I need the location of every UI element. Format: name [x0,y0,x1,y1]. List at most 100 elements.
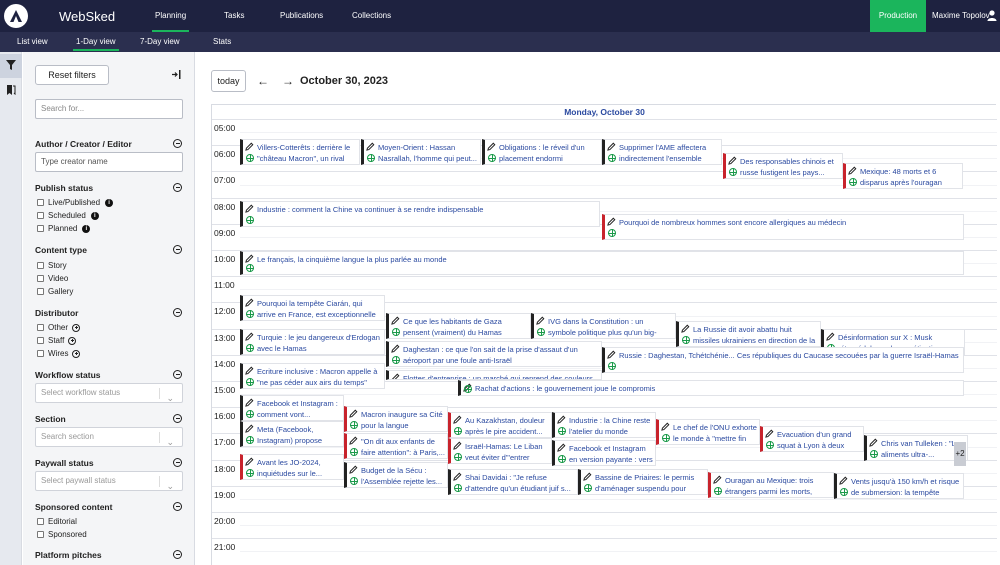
option-scheduled[interactable]: Scheduled i [37,211,99,220]
checkbox[interactable] [37,288,44,295]
checkbox[interactable] [37,262,44,269]
calendar-event-card[interactable]: Ce que les habitants de Gaza pensent (vr… [386,313,531,339]
paywall-status-select[interactable]: Select paywall status ⌄ [35,471,183,491]
collapse-sidebar-icon[interactable] [171,70,181,79]
event-title[interactable]: Daghestan : ce que l'on sait de la prise… [403,344,599,366]
edit-pencil-icon[interactable] [839,476,848,485]
edit-pencil-icon[interactable] [713,475,722,484]
calendar-event-card[interactable]: IVG dans la Constitution : un symbole po… [531,313,676,339]
creator-name-input[interactable]: Type creator name [35,152,183,172]
edit-pencil-icon[interactable] [765,429,774,438]
event-title[interactable]: Pourquoi la tempête Ciarán, qui arrive e… [257,298,382,320]
calendar-event-card[interactable]: Industrie : comment la Chine va continue… [240,201,600,227]
calendar-event-card[interactable]: Turquie : le jeu dangereux d'Erdogan ave… [240,329,385,355]
tab-7-day-view[interactable]: 7-Day view [140,37,180,46]
event-title[interactable]: Bassine de Priaires: le permis d'aménage… [595,472,705,494]
search-input[interactable]: Search for... [35,99,183,119]
calendar-event-card[interactable]: La Russie dit avoir abattu huit missiles… [676,321,821,347]
event-title[interactable]: Industrie : la Chine reste l'atelier du … [569,415,653,437]
calendar-event-card[interactable]: Meta (Facebook, Instagram) propose des..… [240,421,344,447]
more-events-button[interactable]: +2 [954,442,966,466]
edit-pencil-icon[interactable] [349,436,358,445]
arrow-left-icon[interactable]: ← [257,74,269,88]
info-icon[interactable]: i [90,211,99,220]
checkbox[interactable] [37,518,44,525]
calendar-event-card[interactable]: Villers-Cotterêts : derrière le "château… [240,139,360,165]
event-title[interactable]: "On dit aux enfants de faire attention":… [361,436,445,458]
option-gallery[interactable]: Gallery [37,287,73,296]
event-title[interactable]: Mexique: 48 morts et 6 disparus après l'… [860,166,960,188]
checkbox[interactable] [37,275,44,282]
checkbox[interactable] [37,337,44,344]
event-title[interactable]: Meta (Facebook, Instagram) propose des..… [257,424,341,446]
calendar-event-card[interactable]: Bassine de Priaires: le permis d'aménage… [578,469,708,495]
event-title[interactable]: Le chef de l'ONU exhorte le monde à "met… [673,422,757,444]
checkbox[interactable] [37,324,44,331]
edit-pencil-icon[interactable] [245,424,254,433]
edit-pencil-icon[interactable] [245,298,254,307]
edit-pencil-icon[interactable] [245,142,254,151]
event-title[interactable]: Macron inaugure sa Cité pour la langue f… [361,409,445,431]
event-title[interactable]: Supprimer l'AME affectera indirectement … [619,142,719,164]
calendar-event-card[interactable]: Mexique: 48 morts et 6 disparus après l'… [843,163,963,189]
author-collapse-icon[interactable] [173,139,182,148]
edit-pencil-icon[interactable] [245,457,254,466]
option-story[interactable]: Story [37,261,67,270]
calendar-event-card[interactable]: Israël-Hamas: Le Liban veut éviter d'"en… [448,438,552,464]
edit-pencil-icon[interactable] [391,373,400,380]
event-title[interactable]: Des responsables chinois et russe fustig… [740,156,840,178]
info-icon[interactable]: i [105,198,114,207]
event-title[interactable]: Evacuation d'un grand squat à Lyon à deu… [777,429,861,451]
edit-pencil-icon[interactable] [536,316,545,325]
event-title[interactable]: Shai Davidai : "Je refuse d'attendre qu'… [465,472,575,494]
option-planned[interactable]: Planned i [37,224,91,233]
sponsored-content-collapse-icon[interactable] [173,502,182,511]
checkbox[interactable] [37,350,44,357]
option-editorial[interactable]: Editorial [37,517,77,526]
calendar-event-card[interactable]: Budget de la Sécu : l'Assemblée rejette … [344,462,448,488]
edit-pencil-icon[interactable] [366,142,375,151]
edit-pencil-icon[interactable] [848,166,857,175]
event-title[interactable]: Pourquoi de nombreux hommes sont encore … [619,217,961,228]
edit-pencil-icon[interactable] [245,332,254,341]
calendar-event-card[interactable]: Macron inaugure sa Cité pour la langue f… [344,406,448,432]
nav-tab-collections[interactable]: Collections [352,11,391,20]
arrow-right-icon[interactable]: → [282,74,294,88]
event-title[interactable]: Moyen-Orient : Hassan Nasrallah, l'homme… [378,142,478,164]
distributor-collapse-icon[interactable] [173,308,182,317]
calendar-event-card[interactable]: Le chef de l'ONU exhorte le monde à "met… [656,419,760,445]
filter-panel-button[interactable] [0,54,22,78]
calendar-event-card[interactable]: Des responsables chinois et russe fustig… [723,153,843,179]
add-icon[interactable] [68,336,77,345]
calendar-event-card[interactable]: Supprimer l'AME affectera indirectement … [602,139,722,165]
edit-pencil-icon[interactable] [245,254,254,263]
edit-pencil-icon[interactable] [681,324,690,333]
edit-pencil-icon[interactable] [728,156,737,165]
edit-pencil-icon[interactable] [607,350,616,359]
user-icon[interactable] [987,10,997,21]
calendar-event-card[interactable]: Vents jusqu'à 150 km/h et risque de subm… [834,473,964,499]
event-title[interactable]: Villers-Cotterêts : derrière le "château… [257,142,357,164]
edit-pencil-icon[interactable] [349,465,358,474]
event-title[interactable]: Le français, la cinquième langue la plus… [257,254,961,265]
event-title[interactable]: Avant les JO-2024, inquiétudes sur le... [257,457,341,479]
section-select[interactable]: Search section ⌄ [35,427,183,447]
event-title[interactable]: Budget de la Sécu : l'Assemblée rejette … [361,465,445,487]
nav-tab-publications[interactable]: Publications [280,11,323,20]
calendar-event-card[interactable]: "On dit aux enfants de faire attention":… [344,433,448,459]
edit-pencil-icon[interactable] [391,316,400,325]
edit-pencil-icon[interactable] [453,415,462,424]
event-title[interactable]: Chris van Tulleken : "Les aliments ultra… [881,438,965,460]
info-icon[interactable]: i [82,224,91,233]
workflow-status-collapse-icon[interactable] [173,370,182,379]
edit-pencil-icon[interactable] [607,217,616,226]
edit-pencil-icon[interactable] [487,142,496,151]
calendar-event-card[interactable]: Pourquoi de nombreux hommes sont encore … [602,214,964,240]
tab-list-view[interactable]: List view [17,37,48,46]
calendar-event-card[interactable]: Ecriture inclusive : Macron appelle à "n… [240,363,385,389]
edit-pencil-icon[interactable] [245,366,254,375]
calendar-event-card[interactable]: Russie : Daghestan, Tchétchénie... Ces r… [602,347,964,373]
edit-pencil-icon[interactable] [453,472,462,481]
edit-pencil-icon[interactable] [826,332,835,341]
calendar-event-card[interactable]: Au Kazakhstan, douleur après le pire acc… [448,412,552,438]
